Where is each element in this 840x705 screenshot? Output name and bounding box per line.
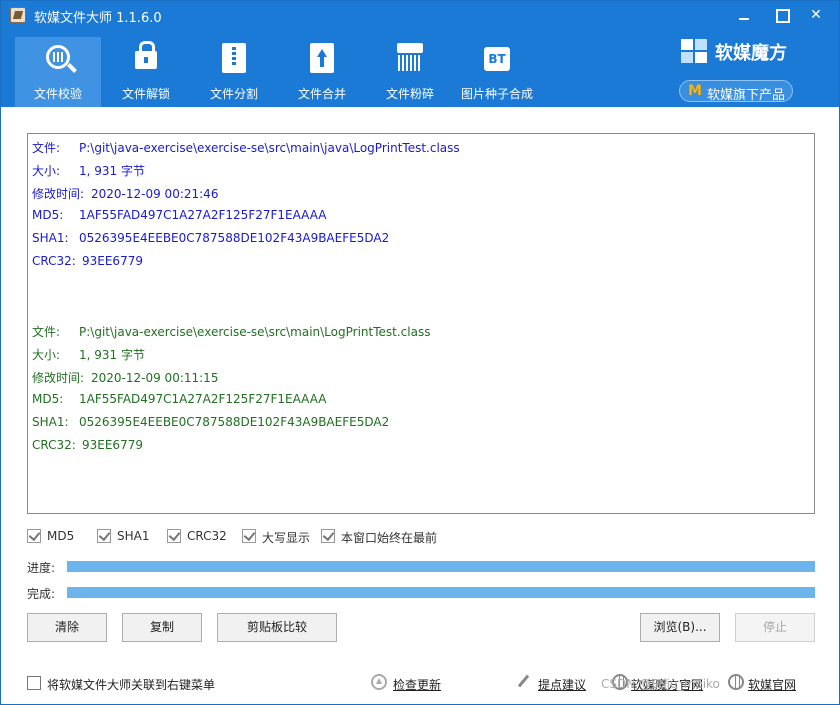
- tool-label: 文件解锁: [121, 87, 170, 101]
- result-mtime-line: 修改时间: 2020-12-09 00:11:15: [32, 371, 219, 385]
- result-textbox[interactable]: 文件: P:\git\java-exercise\exercise-se\src\…: [27, 133, 815, 514]
- suggest-link[interactable]: 提点建议: [538, 676, 586, 693]
- title-bar[interactable]: 软媒文件大师 1.1.6.0 ✕: [1, 1, 839, 29]
- progress-label: 进度:: [27, 561, 56, 575]
- shredder-icon: [395, 43, 425, 73]
- checkbox-label: SHA1: [117, 529, 150, 543]
- checkbox-label: MD5: [47, 529, 75, 543]
- checkbox-box[interactable]: [321, 529, 335, 543]
- tool-file-merge[interactable]: 文件合并: [279, 37, 365, 107]
- progress-row: 进度:: [27, 561, 815, 575]
- bt-icon: BT: [484, 47, 510, 71]
- checkbox-label: 将软媒文件大师关联到右键菜单: [47, 678, 216, 692]
- result-sha1-line: SHA1: 0526395E4EEBE0C787588DE102F43A9BAEF…: [32, 415, 390, 429]
- clipboard-compare-button[interactable]: 剪贴板比较: [217, 613, 337, 642]
- tool-label: 文件粉碎: [385, 87, 434, 101]
- result-crc32-line: CRC32: 93EE6779: [32, 254, 143, 268]
- checkbox-box[interactable]: [27, 676, 41, 690]
- search-icon: [46, 45, 70, 69]
- brand-products-label: 软媒旗下产品: [707, 88, 786, 103]
- checkbox-label: 大写显示: [262, 531, 311, 545]
- result-crc32-line: CRC32: 93EE6779: [32, 438, 143, 452]
- globe-icon: [728, 674, 744, 690]
- result-size-line: 大小: 1, 931 字节: [32, 164, 145, 178]
- complete-row: 完成:: [27, 587, 815, 601]
- app-logo-icon: [10, 7, 26, 23]
- browse-button[interactable]: 浏览(B)...: [640, 613, 720, 642]
- result-md5-line: MD5: 1AF55FAD497C1A27A2F125F27F1EAAAA: [32, 392, 327, 406]
- progress-bar-fill: [67, 561, 815, 572]
- tool-label: 文件合并: [297, 87, 346, 101]
- tool-file-unlock[interactable]: 文件解锁: [103, 37, 189, 107]
- update-icon: [371, 674, 387, 690]
- app-window: 软媒文件大师 1.1.6.0 ✕ 文件校验 文件解锁 文件分割 文件合并 文件粉…: [0, 0, 840, 705]
- result-size-line: 大小: 1, 931 字节: [32, 348, 145, 362]
- cube-icon: [681, 39, 709, 65]
- check-update-link[interactable]: 检查更新: [393, 676, 441, 693]
- result-sha1-line: SHA1: 0526395E4EEBE0C787588DE102F43A9BAEF…: [32, 231, 390, 245]
- checkbox-box[interactable]: [97, 529, 111, 543]
- tool-label: 文件校验: [33, 87, 82, 101]
- result-md5-line: MD5: 1AF55FAD497C1A27A2F125F27F1EAAAA: [32, 208, 327, 222]
- result-file-line: 文件: P:\git\java-exercise\exercise-se\src\…: [32, 141, 460, 155]
- result-mtime-line: 修改时间: 2020-12-09 00:21:46: [32, 187, 219, 201]
- brand-name: 软媒魔方: [715, 43, 787, 64]
- tool-image-seed[interactable]: BT 图片种子合成: [453, 37, 541, 107]
- checkbox-box[interactable]: [27, 529, 41, 543]
- tool-file-split[interactable]: 文件分割: [191, 37, 277, 107]
- result-file-line: 文件: P:\git\java-exercise\exercise-se\src\…: [32, 325, 431, 339]
- m-logo-icon: M: [688, 83, 702, 99]
- pen-icon: [516, 674, 532, 690]
- progress-bar: [67, 561, 815, 572]
- close-button[interactable]: ✕: [801, 3, 831, 27]
- watermark-text: CSDN @Stiju_meiko: [601, 677, 720, 691]
- merge-icon: [310, 43, 334, 73]
- maximize-button[interactable]: [766, 3, 796, 27]
- tool-label: 图片种子合成: [460, 87, 533, 101]
- complete-bar: [67, 587, 815, 598]
- checkbox-box[interactable]: [167, 529, 181, 543]
- tool-file-verify[interactable]: 文件校验: [15, 37, 101, 107]
- brand-products-button[interactable]: M 软媒旗下产品: [679, 80, 793, 103]
- stop-button[interactable]: 停止: [735, 613, 815, 642]
- ruanmei-site-link[interactable]: 软媒官网: [748, 676, 796, 693]
- window-title: 软媒文件大师 1.1.6.0: [34, 11, 162, 26]
- options-row: MD5 SHA1 CRC32 大写显示 本窗口始终在最前: [1, 528, 839, 548]
- complete-label: 完成:: [27, 587, 56, 601]
- tool-file-shred[interactable]: 文件粉碎: [367, 37, 453, 107]
- checkbox-label: 本窗口始终在最前: [341, 531, 438, 545]
- lock-icon: [135, 41, 157, 69]
- complete-bar-fill: [67, 587, 815, 598]
- minimize-button[interactable]: [729, 3, 759, 27]
- clear-button[interactable]: 清除: [27, 613, 107, 642]
- zip-split-icon: [222, 43, 246, 73]
- checkbox-box[interactable]: [242, 529, 256, 543]
- checkbox-label: CRC32: [187, 529, 227, 543]
- tool-label: 文件分割: [209, 87, 258, 101]
- copy-button[interactable]: 复制: [122, 613, 202, 642]
